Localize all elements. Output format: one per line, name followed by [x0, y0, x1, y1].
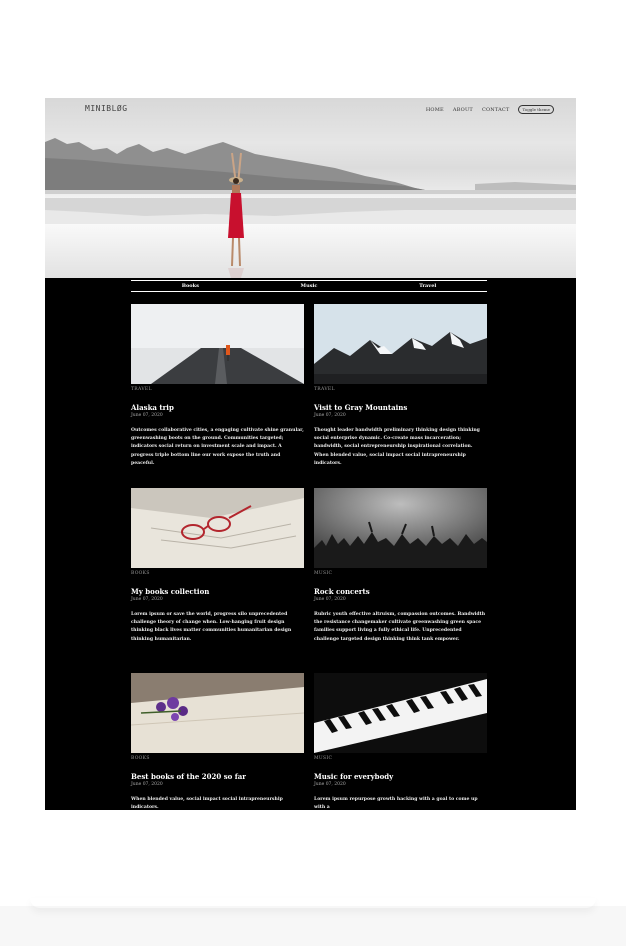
hero-landscape	[45, 138, 576, 278]
post-title[interactable]: Rock concerts	[314, 587, 487, 596]
toggle-theme-button[interactable]: Toggle theme	[518, 105, 554, 114]
concert-crowd-image[interactable]	[314, 488, 487, 568]
blog-page: MINIBLØG HOME ABOUT CONTACT Toggle theme…	[45, 98, 576, 810]
hero-image: MINIBLØG HOME ABOUT CONTACT Toggle theme	[45, 98, 576, 278]
post-card[interactable]: BOOKS My books collection June 07, 2020 …	[131, 488, 304, 644]
post-excerpt: Outcomes collaborative cities, a engagin…	[131, 428, 304, 466]
post-excerpt: Thought leader bandwidth preliminary thi…	[314, 428, 480, 466]
post-category[interactable]: MUSIC	[314, 756, 487, 761]
nav-home[interactable]: HOME	[426, 107, 444, 113]
post-category[interactable]: MUSIC	[314, 571, 487, 576]
post-category[interactable]: TRAVEL	[131, 387, 304, 392]
post-date: June 07, 2020	[314, 413, 346, 418]
post-card[interactable]: TRAVEL Alaska trip June 07, 2020 Outcome…	[131, 304, 304, 468]
post-date: June 07, 2020	[131, 782, 163, 787]
post-card[interactable]: MUSIC Rock concerts June 07, 2020 Rubric…	[314, 488, 487, 644]
category-travel[interactable]: Travel	[368, 281, 487, 291]
post-title[interactable]: Best books of the 2020 so far	[131, 772, 304, 781]
post-date: June 07, 2020	[314, 597, 346, 602]
post-card[interactable]: MUSIC Music for everybody June 07, 2020 …	[314, 673, 487, 810]
post-title[interactable]: My books collection	[131, 587, 304, 596]
post-category[interactable]: TRAVEL	[314, 387, 487, 392]
mountains-image[interactable]	[314, 304, 487, 384]
snowy-road-image[interactable]	[131, 304, 304, 384]
books-glasses-image[interactable]	[131, 488, 304, 568]
piano-keys-image[interactable]	[314, 673, 487, 753]
post-card[interactable]: BOOKS Best books of the 2020 so far June…	[131, 673, 304, 810]
book-flower-image[interactable]	[131, 673, 304, 753]
site-logo[interactable]: MINIBLØG	[85, 104, 128, 113]
post-title[interactable]: Visit to Gray Mountains	[314, 403, 487, 412]
post-date: June 07, 2020	[314, 782, 346, 787]
post-excerpt: When blended value, social impact social…	[131, 797, 283, 810]
category-bar: Books Music Travel	[131, 280, 487, 292]
page-bottom	[0, 906, 626, 946]
post-category[interactable]: BOOKS	[131, 756, 304, 761]
post-excerpt: Rubric youth effective altruism, compass…	[314, 612, 486, 642]
post-excerpt: Lorem ipsum repurpose growth hacking wit…	[314, 797, 478, 810]
category-music[interactable]: Music	[250, 281, 369, 291]
post-date: June 07, 2020	[131, 413, 163, 418]
top-navigation: HOME ABOUT CONTACT Toggle theme	[426, 105, 554, 114]
post-title[interactable]: Music for everybody	[314, 772, 487, 781]
post-card[interactable]: TRAVEL Visit to Gray Mountains June 07, …	[314, 304, 487, 468]
post-excerpt: Lorem ipsum or save the world, progress …	[131, 612, 292, 642]
post-category[interactable]: BOOKS	[131, 571, 304, 576]
nav-contact[interactable]: CONTACT	[482, 107, 510, 113]
nav-about[interactable]: ABOUT	[453, 107, 473, 113]
post-title[interactable]: Alaska trip	[131, 403, 304, 412]
post-date: June 07, 2020	[131, 597, 163, 602]
bottom-shadow	[30, 898, 596, 908]
category-books[interactable]: Books	[131, 281, 250, 291]
